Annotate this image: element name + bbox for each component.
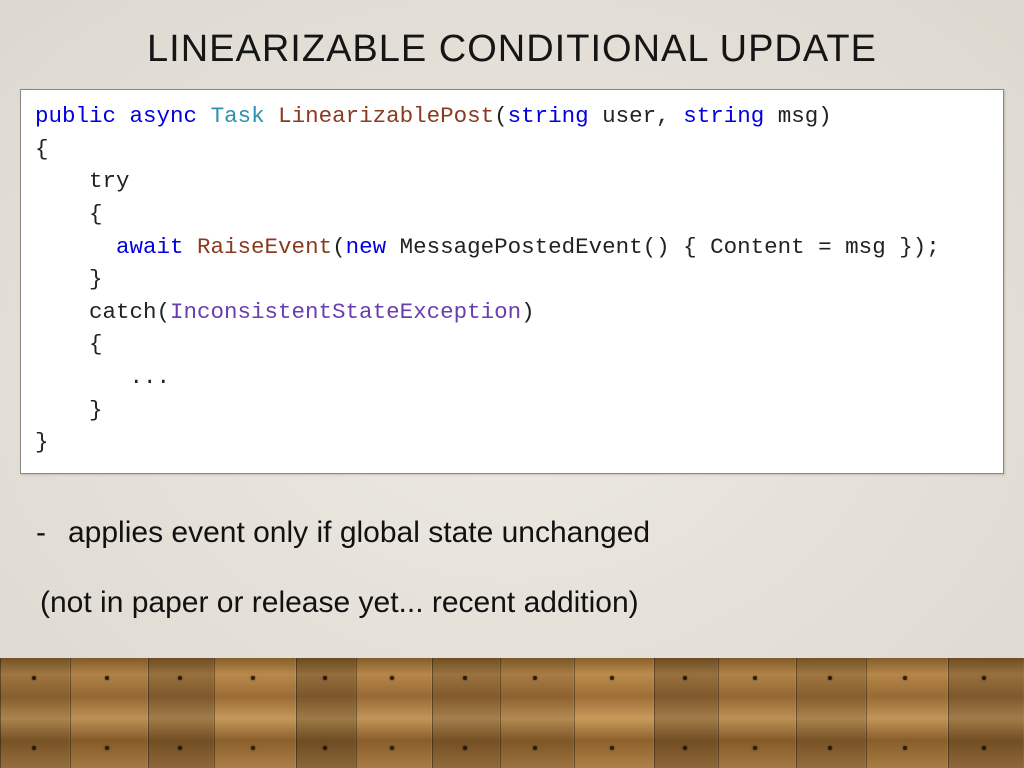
code-token: string — [683, 103, 764, 129]
bullet-text: applies event only if global state uncha… — [68, 516, 650, 550]
code-token: } — [35, 397, 103, 423]
slide: LINEARIZABLE CONDITIONAL UPDATE public a… — [0, 0, 1024, 768]
code-token: MessagePostedEvent() { Content = msg }); — [386, 234, 940, 260]
code-token: Task — [211, 103, 265, 129]
code-token: async — [130, 103, 198, 129]
code-token — [35, 234, 116, 260]
code-token: } — [35, 266, 103, 292]
code-token: try — [35, 168, 130, 194]
code-token: public — [35, 103, 116, 129]
floor-decoration — [0, 658, 1024, 768]
code-token: new — [346, 234, 387, 260]
code-block: public async Task LinearizablePost(strin… — [20, 89, 1004, 474]
code-token: { — [35, 201, 103, 227]
slide-note: (not in paper or release yet... recent a… — [40, 586, 1006, 620]
bullet-item: - applies event only if global state unc… — [36, 516, 1006, 550]
code-token: InconsistentStateException — [170, 299, 521, 325]
code-token: user, — [589, 103, 684, 129]
code-token: RaiseEvent — [197, 234, 332, 260]
code-token: LinearizablePost — [278, 103, 494, 129]
code-token: { — [35, 331, 103, 357]
code-token: } — [35, 429, 49, 455]
code-token: ... — [35, 364, 170, 390]
code-token: catch( — [35, 299, 170, 325]
code-token: string — [508, 103, 589, 129]
code-token: { — [35, 136, 49, 162]
code-token: await — [116, 234, 184, 260]
bullet-list: - applies event only if global state unc… — [36, 516, 1006, 620]
slide-title: LINEARIZABLE CONDITIONAL UPDATE — [18, 28, 1006, 71]
bullet-dash: - — [36, 516, 54, 550]
code-token: ) — [521, 299, 535, 325]
code-token: msg) — [764, 103, 832, 129]
